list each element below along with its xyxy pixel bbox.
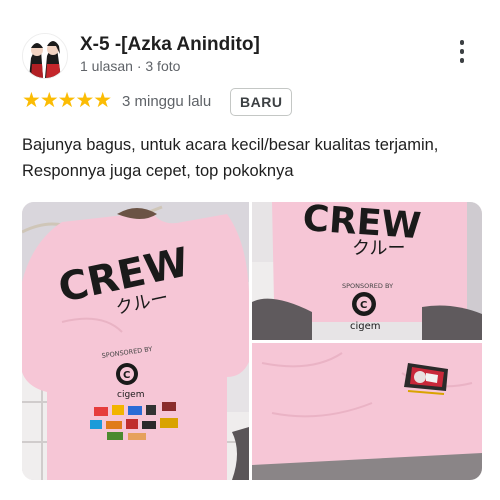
review-header: X-5 -[Azka Anindito] 1 ulasan · 3 foto xyxy=(0,0,500,90)
anime-avatar-icon xyxy=(23,34,67,78)
shirt-back-photo: CREW クルー SPONSORED BY C cigem xyxy=(22,202,249,480)
review-photo-3[interactable] xyxy=(252,343,482,480)
shirt-back-closeup-photo: CREW クルー SPONSORED BY C cigem xyxy=(252,202,482,340)
sponsor-name: cigem xyxy=(117,390,144,400)
review-text: Bajunya bagus, untuk acara kecil/besar k… xyxy=(22,136,439,180)
reviewer-name[interactable]: X-5 -[Azka Anindito] xyxy=(80,34,260,56)
more-options-button[interactable] xyxy=(452,40,472,70)
sponsor-logo-closeup-letter: C xyxy=(360,300,367,311)
review-photo-1[interactable]: CREW クルー SPONSORED BY C cigem xyxy=(22,202,249,480)
sponsor-logo-letter: C xyxy=(123,370,130,381)
photo-grid: CREW クルー SPONSORED BY C cigem CREW クルー S… xyxy=(22,202,482,480)
shirt-sleeve-closeup-photo xyxy=(252,343,482,480)
new-badge: BARU xyxy=(230,88,293,116)
review-date: 3 minggu lalu xyxy=(122,93,212,110)
review-photo-2[interactable]: CREW クルー SPONSORED BY C cigem xyxy=(252,202,482,340)
sponsor-closeup-name: cigem xyxy=(350,321,381,332)
rating-row: ★★★★★ 3 minggu lalu BARU xyxy=(22,88,482,116)
star-rating: ★★★★★ xyxy=(22,89,112,112)
shirt-katakana-closeup-text: クルー xyxy=(352,238,405,259)
reviewer-meta: 1 ulasan · 3 foto xyxy=(80,58,181,74)
sponsored-closeup-label: SPONSORED BY xyxy=(342,282,393,290)
reviewer-avatar[interactable] xyxy=(22,33,68,79)
more-vertical-icon xyxy=(452,40,472,63)
